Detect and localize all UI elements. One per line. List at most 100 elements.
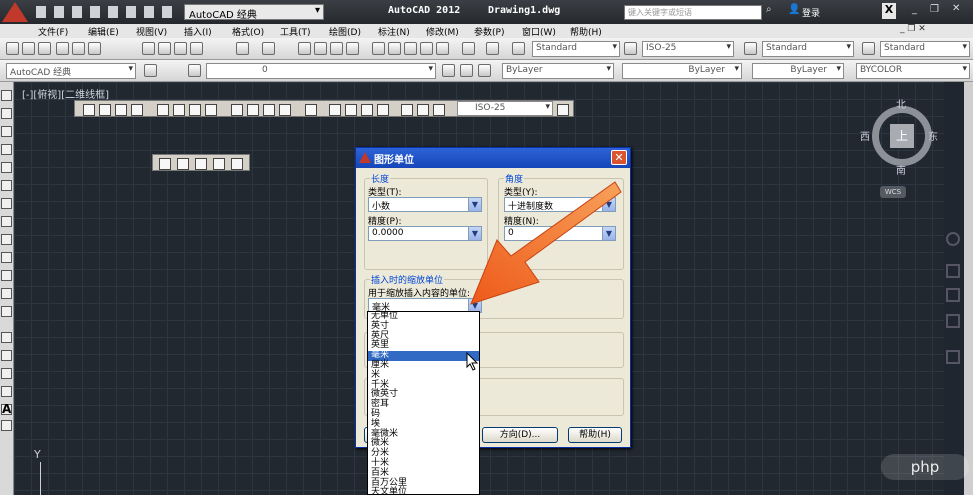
dropdown-option[interactable]: 厘米	[368, 360, 479, 371]
nav-steering-icon[interactable]	[946, 232, 960, 246]
menu-dimension[interactable]: 标注(N)	[378, 25, 410, 38]
polyline-icon[interactable]	[1, 126, 12, 137]
circle-icon[interactable]	[1, 198, 12, 209]
menu-tools[interactable]: 工具(T)	[280, 25, 311, 38]
markup-icon[interactable]	[436, 42, 449, 55]
undo-icon[interactable]	[236, 42, 249, 55]
close-button[interactable]: ✕	[952, 3, 960, 14]
tool-c-icon[interactable]	[195, 158, 207, 170]
jogged-linear-icon[interactable]	[377, 104, 389, 116]
rectangle-icon[interactable]	[1, 162, 12, 173]
ellipse-arc-icon[interactable]	[1, 270, 12, 281]
baseline-icon[interactable]	[247, 104, 259, 116]
radius-icon[interactable]	[157, 104, 169, 116]
spline-icon[interactable]	[1, 234, 12, 245]
arc-length-icon[interactable]	[115, 104, 127, 116]
ellipse-icon[interactable]	[1, 252, 12, 263]
preview-icon[interactable]	[72, 42, 85, 55]
workspace-settings-icon[interactable]	[144, 64, 157, 77]
text-style-icon[interactable]	[512, 42, 525, 55]
table-style-icon[interactable]	[744, 42, 757, 55]
minimize-button[interactable]: _	[912, 4, 917, 15]
calc-icon[interactable]	[462, 42, 475, 55]
app-logo[interactable]	[2, 2, 28, 22]
layer-manager-icon[interactable]	[188, 64, 201, 77]
point-icon[interactable]	[1, 332, 12, 343]
dim-text-edit-icon[interactable]	[417, 104, 429, 116]
layer-combo[interactable]: 0	[206, 63, 436, 79]
scroll-track[interactable]	[964, 82, 973, 495]
space-icon[interactable]	[279, 104, 291, 116]
nav-orbit-icon[interactable]	[946, 314, 960, 328]
user-icon[interactable]: 👤	[788, 4, 800, 15]
menu-draw[interactable]: 绘图(D)	[329, 25, 361, 38]
design-center-icon[interactable]	[388, 42, 401, 55]
layer-states-icon[interactable]	[478, 64, 491, 77]
polygon-icon[interactable]	[1, 144, 12, 155]
menu-window-controls[interactable]: _ ❐ ✕	[900, 24, 926, 34]
help-button[interactable]: 帮助(H)	[568, 427, 622, 443]
search-input[interactable]: 键入关键字或短语	[624, 5, 762, 20]
quick-dim-icon[interactable]	[231, 104, 243, 116]
construction-line-icon[interactable]	[1, 108, 12, 119]
arc-icon[interactable]	[1, 180, 12, 191]
direction-button[interactable]: 方向(D)...	[482, 427, 558, 443]
dropdown-option[interactable]: 天文单位	[368, 488, 479, 494]
gradient-icon[interactable]	[1, 368, 12, 379]
aligned-dim-icon[interactable]	[99, 104, 111, 116]
menu-help[interactable]: 帮助(H)	[570, 25, 602, 38]
menu-edit[interactable]: 编辑(E)	[88, 25, 119, 38]
tolerance-icon[interactable]	[329, 104, 341, 116]
break-icon[interactable]	[305, 104, 317, 116]
region-icon[interactable]	[1, 386, 12, 397]
nav-showmotion-icon[interactable]	[946, 350, 960, 364]
tool-d-icon[interactable]	[213, 158, 225, 170]
copy-icon[interactable]	[158, 42, 171, 55]
workspace-toolbar-combo[interactable]: AutoCAD 经典	[6, 63, 136, 79]
zoom-icon[interactable]	[314, 42, 327, 55]
restore-button[interactable]: ❐	[930, 4, 939, 15]
angular-icon[interactable]	[205, 104, 217, 116]
diameter-icon[interactable]	[189, 104, 201, 116]
publish-icon[interactable]	[88, 42, 101, 55]
match-icon[interactable]	[190, 42, 203, 55]
login-link[interactable]: 登录	[802, 6, 820, 19]
dim-style-manager-icon[interactable]	[557, 104, 569, 116]
menu-format[interactable]: 格式(O)	[232, 25, 264, 38]
multileader-style-icon[interactable]	[862, 42, 875, 55]
multileader-style-combo[interactable]: Standard	[880, 41, 970, 57]
nav-zoom-icon[interactable]	[946, 288, 960, 302]
quick-access-icons[interactable]	[36, 6, 176, 18]
lineweight-combo[interactable]: ByLayer	[752, 63, 844, 79]
layer-match-icon[interactable]	[460, 64, 473, 77]
ordinate-icon[interactable]	[131, 104, 143, 116]
menu-modify[interactable]: 修改(M)	[426, 25, 459, 38]
center-mark-icon[interactable]	[345, 104, 357, 116]
exchange-icon[interactable]: X	[882, 3, 896, 19]
viewcube[interactable]: 上 北 南 东 西	[860, 96, 942, 177]
hatch-icon[interactable]	[1, 350, 12, 361]
zoom-window-icon[interactable]	[330, 42, 343, 55]
new-icon[interactable]	[6, 42, 19, 55]
revcloud-icon[interactable]	[1, 216, 12, 227]
wcs-button[interactable]: WCS	[880, 186, 906, 198]
dim-style-icon[interactable]	[624, 42, 637, 55]
menu-window[interactable]: 窗口(W)	[522, 25, 556, 38]
tool-a-icon[interactable]	[159, 158, 171, 170]
properties-icon[interactable]	[372, 42, 385, 55]
help-icon[interactable]	[486, 42, 499, 55]
insert-block-icon[interactable]	[1, 288, 12, 299]
dim-style-combo[interactable]: ISO-25	[642, 41, 734, 57]
tool-e-icon[interactable]	[231, 158, 243, 170]
linear-dim-icon[interactable]	[83, 104, 95, 116]
menu-file[interactable]: 文件(F)	[38, 25, 68, 38]
layer-previous-icon[interactable]	[442, 64, 455, 77]
viewport-label[interactable]: [-][俯视][二维线框]	[22, 86, 109, 101]
line-icon[interactable]	[1, 90, 12, 101]
nav-pan-icon[interactable]	[946, 264, 960, 278]
tool-b-icon[interactable]	[177, 158, 189, 170]
continue-icon[interactable]	[263, 104, 275, 116]
pan-icon[interactable]	[298, 42, 311, 55]
plot-icon[interactable]	[56, 42, 69, 55]
dropdown-option[interactable]: 密耳	[368, 399, 479, 410]
